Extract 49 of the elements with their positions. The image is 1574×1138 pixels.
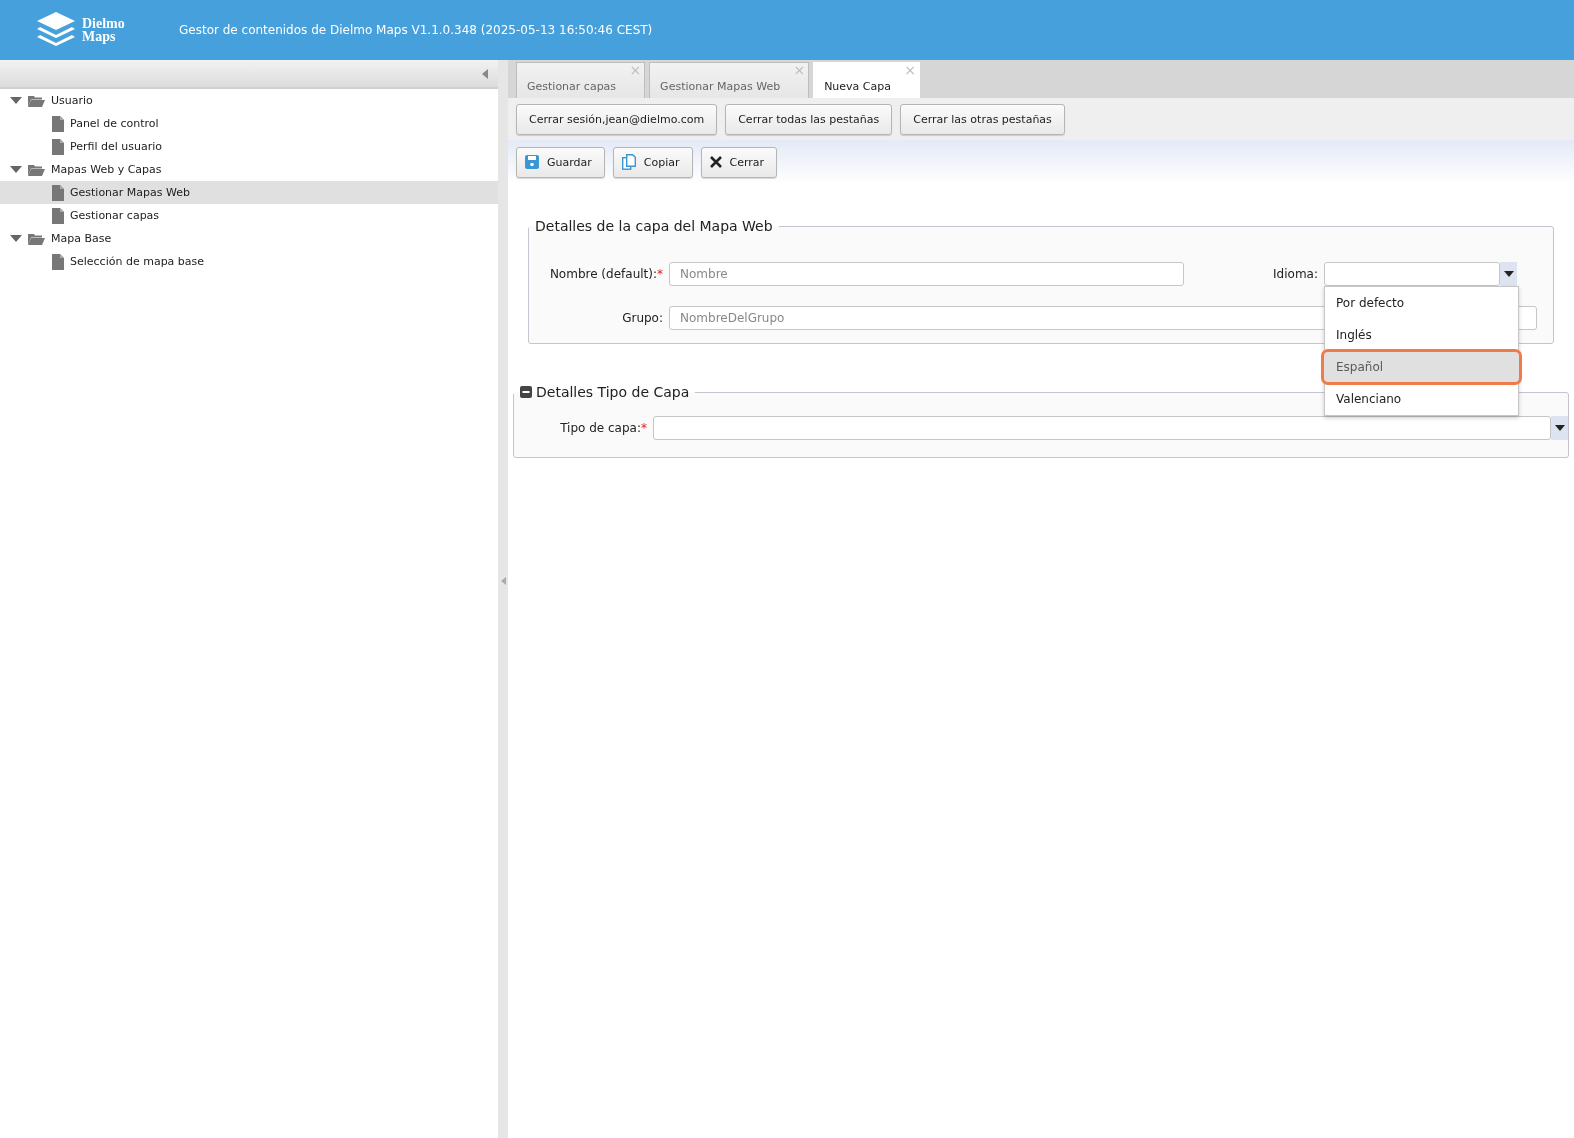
app-title: Gestor de contenidos de Dielmo Maps V1.1.0.348 (2025-05-13 16:50:46 CEST) xyxy=(179,23,653,37)
close-button[interactable]: Cerrar xyxy=(700,146,778,178)
tree-item[interactable]: Gestionar Mapas Web xyxy=(0,181,498,204)
tab[interactable]: Nueva Capa × xyxy=(813,62,920,98)
save-button[interactable]: Guardar xyxy=(516,146,605,178)
logo-text: Dielmo Maps xyxy=(82,17,125,43)
caret-icon xyxy=(1503,271,1514,277)
field-label: Tipo de capa:* xyxy=(559,421,648,435)
tree-item[interactable]: Perfil del usuario xyxy=(0,135,498,158)
name-input[interactable]: Nombre xyxy=(669,262,1184,286)
folder-icon xyxy=(28,163,45,176)
caret-icon xyxy=(1554,425,1565,431)
collapse-minus-icon[interactable] xyxy=(520,386,532,398)
dropdown-option[interactable]: Valenciano xyxy=(1325,383,1518,415)
document-icon xyxy=(52,207,64,224)
document-icon xyxy=(52,138,64,155)
tree-item[interactable]: Gestionar capas xyxy=(0,204,498,227)
fieldset-title: Detalles de la capa del Mapa Web xyxy=(534,218,774,234)
toolbar-button[interactable]: Cerrar todas las pestañas xyxy=(725,103,893,135)
tree-item[interactable]: Mapa Base xyxy=(0,227,498,250)
tab[interactable]: Gestionar Mapas Web × xyxy=(649,62,810,98)
toolbar-button[interactable]: Cerrar sesión,jean@dielmo.com xyxy=(516,103,718,135)
toolbar-button[interactable]: Cerrar las otras pestañas xyxy=(900,103,1065,135)
document-icon xyxy=(52,253,64,270)
copy-icon xyxy=(621,154,636,170)
copy-button[interactable]: Copiar xyxy=(612,146,693,178)
collapse-icon[interactable] xyxy=(482,68,488,79)
tree-item[interactable]: Selección de mapa base xyxy=(0,250,498,273)
save-icon xyxy=(525,155,539,169)
fieldset-title: Detalles Tipo de Capa xyxy=(514,384,696,400)
folder-icon xyxy=(28,232,45,245)
expand-triangle-icon[interactable] xyxy=(10,96,22,105)
dropdown-button[interactable] xyxy=(1500,262,1517,286)
tree-item[interactable]: Usuario xyxy=(0,89,498,112)
field-label: Nombre (default):* xyxy=(548,267,664,281)
field-label: Idioma: xyxy=(1272,267,1319,281)
expand-triangle-icon[interactable] xyxy=(10,165,22,174)
layers-logo-icon xyxy=(36,12,76,48)
dropdown-option[interactable]: Español xyxy=(1323,351,1520,383)
folder-icon xyxy=(28,94,45,107)
tree-item[interactable]: Mapas Web y Capas xyxy=(0,158,498,181)
document-icon xyxy=(52,184,64,201)
field-label: Grupo: xyxy=(621,311,664,325)
expand-triangle-icon[interactable] xyxy=(10,234,22,243)
tree-item[interactable]: Panel de control xyxy=(0,112,498,135)
dropdown-button[interactable] xyxy=(1551,416,1568,440)
close-icon xyxy=(709,156,722,168)
document-icon xyxy=(52,115,64,132)
tab[interactable]: Gestionar capas × xyxy=(516,62,646,98)
